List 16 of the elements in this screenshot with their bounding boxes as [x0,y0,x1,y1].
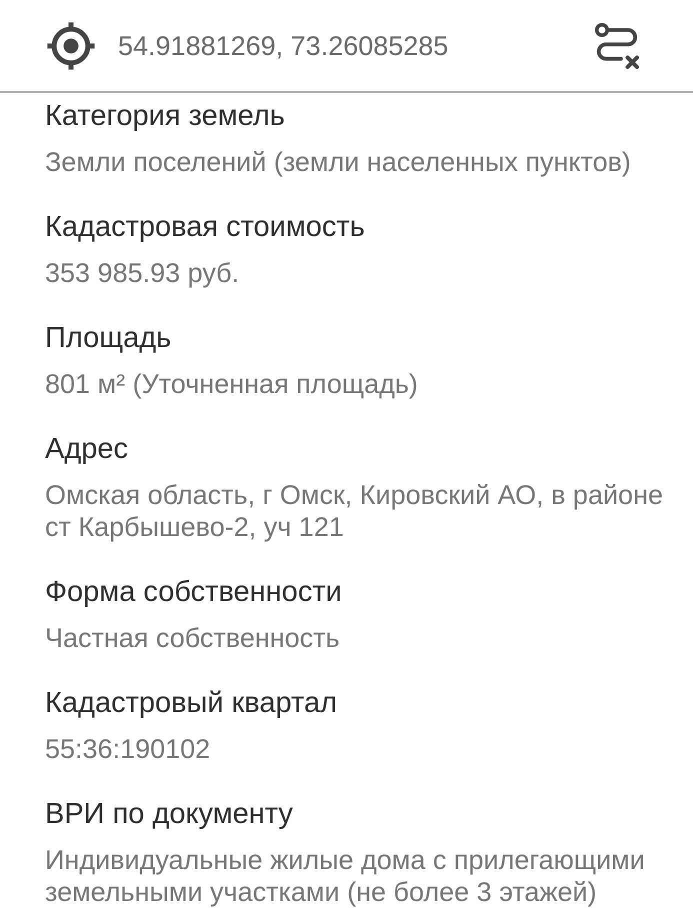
field-label: Форма собственности [45,576,343,608]
field-label: ВРИ по документу [45,798,294,830]
field-label: Кадастровая стоимость [45,211,366,243]
route-clear-icon[interactable] [593,20,641,70]
field-label: Адрес [45,433,130,465]
field-label: Площадь [45,322,172,354]
field-value: 353 985.93 руб. [45,257,240,289]
field-value: 801 м² (Уточненная площадь) [45,368,419,400]
field-value: Частная собственность [45,622,341,654]
field-value: 55:36:190102 [45,733,212,765]
field-value: Омская область, г Омск, Кировский АО, в районе ст Карбышево-2, уч 121 [45,479,664,543]
coordinates-text: 54.91881269, 73.26085285 [118,30,448,62]
field-value: Земли поселений (земли населенных пунктов) [45,146,632,178]
field-label: Категория земель [45,100,286,132]
field-label: Кадастровый квартал [45,687,338,719]
field-value: Индивидуальные жилые дома с прилегающими земельными участками (не более 3 этажей) [45,844,646,908]
